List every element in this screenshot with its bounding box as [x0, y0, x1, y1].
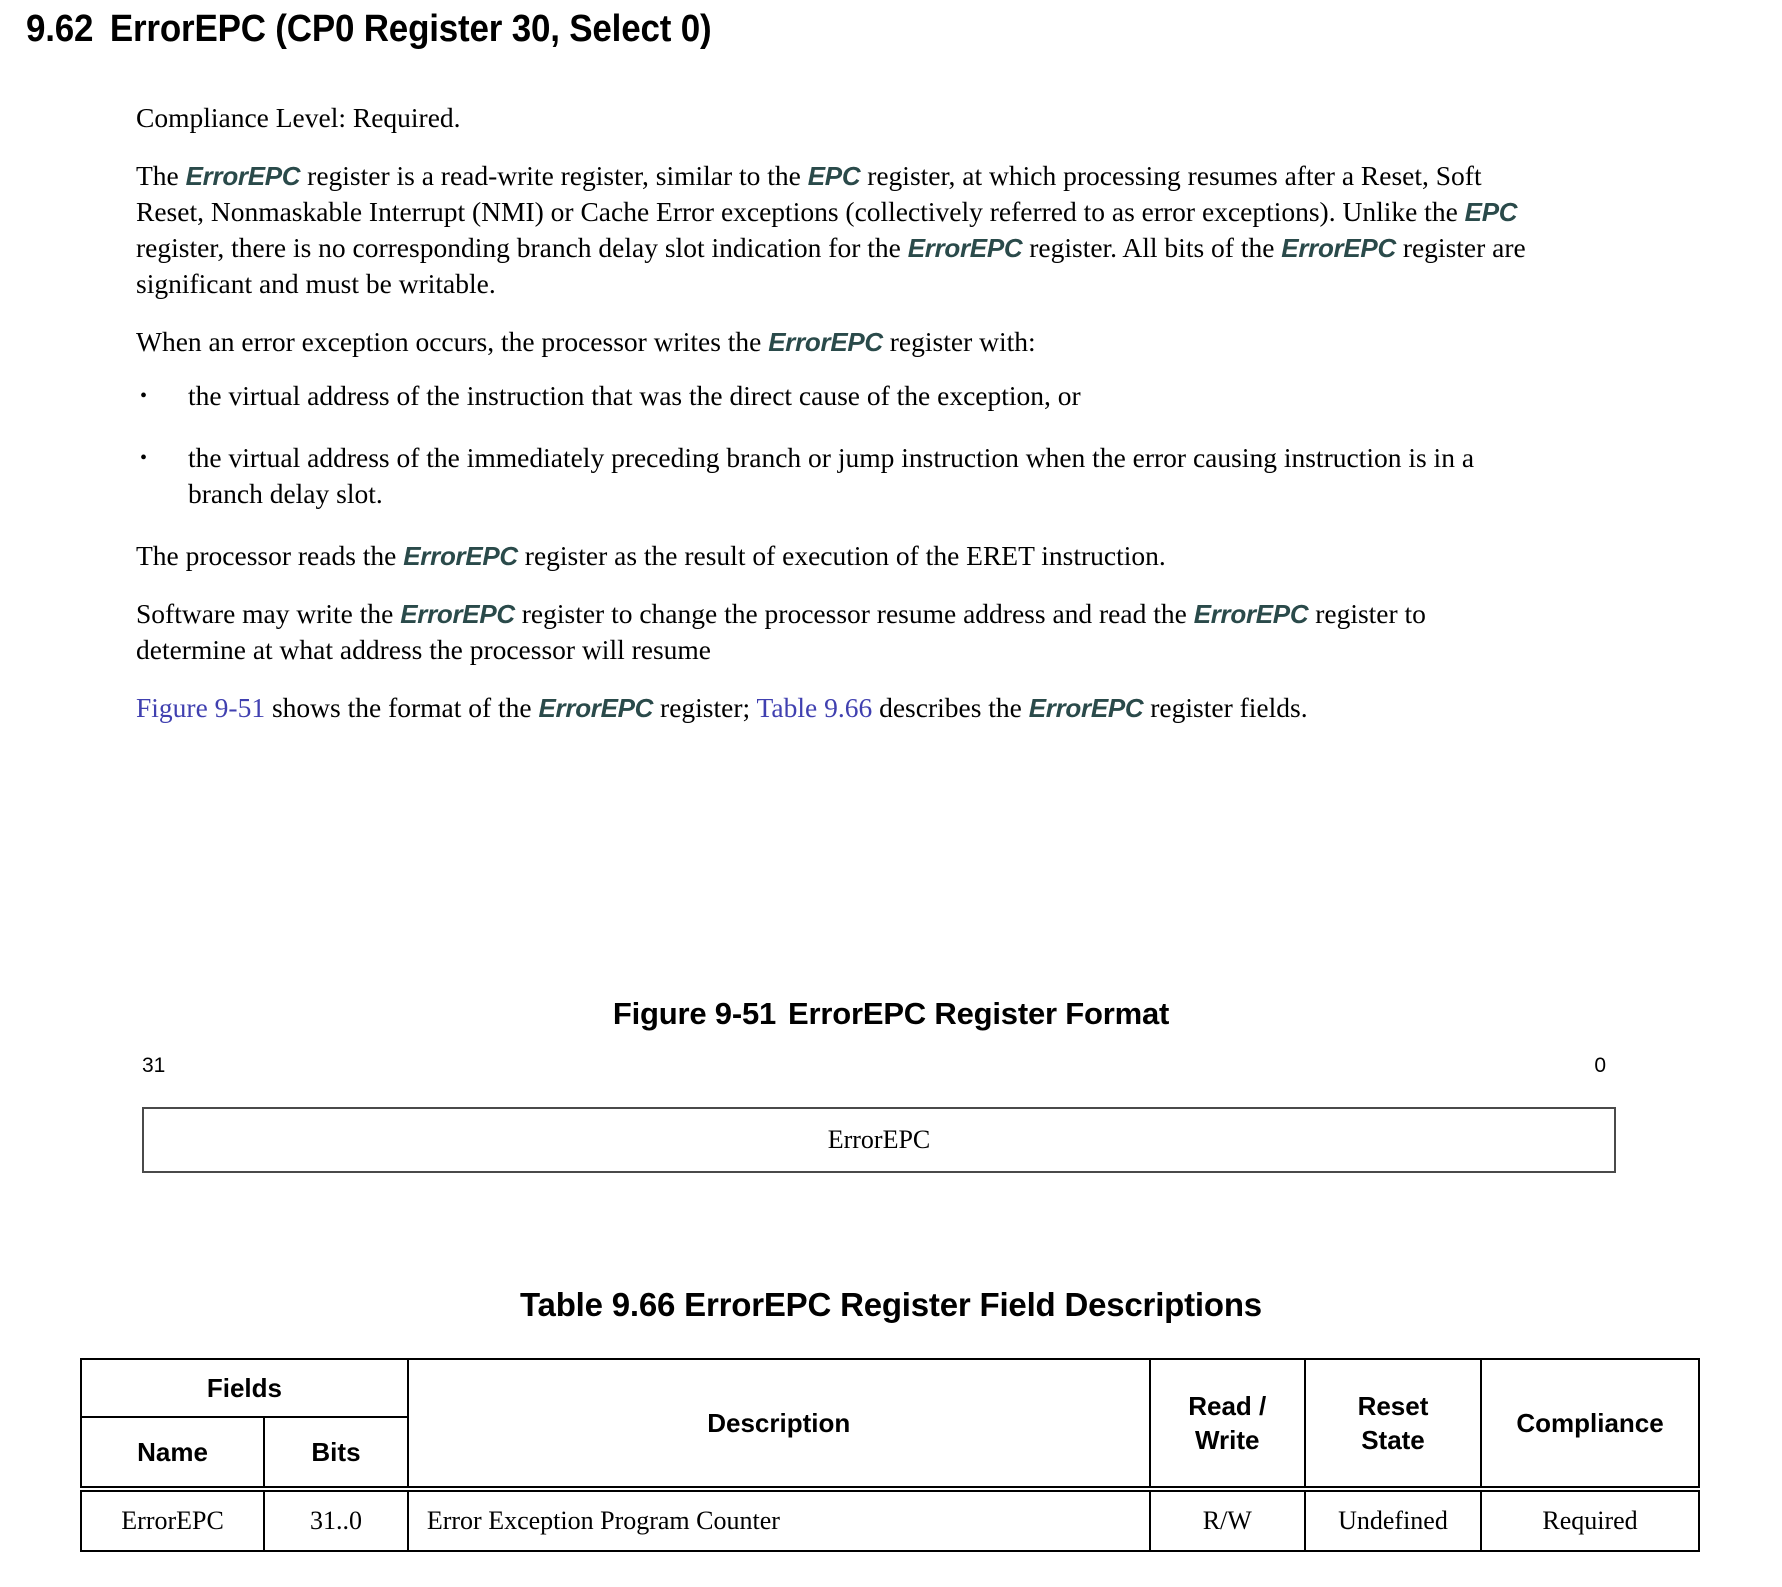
- figure-caption-text: ErrorEPC Register Format: [788, 996, 1170, 1031]
- text-run: describes the: [872, 692, 1029, 723]
- text-run: The processor reads the: [136, 540, 404, 571]
- paragraph-eret-read: The processor reads the ErrorEPC registe…: [136, 538, 1526, 574]
- cell-read-write: R/W: [1148, 1486, 1306, 1552]
- bit-label-low: 0: [1594, 1054, 1606, 1077]
- list-item-label: the virtual address of the instruction t…: [188, 380, 1081, 411]
- paragraph-software-write: Software may write the ErrorEPC register…: [136, 596, 1526, 668]
- register-name-erroreepc: ErrorEPC: [1028, 693, 1144, 723]
- table-header: Fields Description Read / Write Reset St…: [79, 1358, 1700, 1490]
- column-header-reset-state-line2: State: [1361, 1425, 1425, 1455]
- body-content: Compliance Level: Required. The ErrorEPC…: [136, 100, 1526, 748]
- text-run: register, there is no corresponding bran…: [136, 232, 908, 263]
- list-item-label: the virtual address of the immediately p…: [188, 442, 1475, 509]
- paragraph-register-overview: The ErrorEPC register is a read-write re…: [136, 158, 1526, 302]
- register-name-erroreepc: ErrorEPC: [538, 693, 654, 723]
- text-run: register as the result of execution of t…: [517, 540, 1166, 571]
- column-header-read-write-line2: Write: [1194, 1425, 1260, 1455]
- column-header-compliance: Compliance: [1480, 1358, 1700, 1490]
- register-name-erroreepc: ErrorEPC: [1281, 233, 1396, 263]
- cell-reset-state: Undefined: [1303, 1486, 1483, 1552]
- register-name-erroreepc: ErrorEPC: [1193, 599, 1309, 629]
- bullet-list: • the virtual address of the instruction…: [136, 378, 1526, 512]
- register-field-label: ErrorEPC: [827, 1125, 931, 1154]
- figure-caption: Figure 9-51 ErrorEPC Register Format: [0, 996, 1782, 1032]
- text-run: register to change the processor resume …: [514, 598, 1194, 629]
- list-item: • the virtual address of the instruction…: [136, 378, 1526, 414]
- cell-bits: 31..0: [263, 1486, 409, 1552]
- paragraph-cross-references: Figure 9-51 shows the format of the Erro…: [136, 690, 1526, 726]
- cell-description: Error Exception Program Counter: [406, 1486, 1151, 1552]
- register-name-epc: EPC: [1464, 197, 1518, 227]
- register-field-descriptions-table: Fields Description Read / Write Reset St…: [79, 1358, 1700, 1552]
- register-name-epc: EPC: [807, 161, 861, 191]
- page-title: 9.62 ErrorEPC (CP0 Register 30, Select 0): [26, 8, 712, 51]
- compliance-level-line: Compliance Level: Required.: [136, 102, 461, 133]
- text-run: register;: [653, 692, 757, 723]
- figure-caption-number: Figure 9-51: [612, 996, 777, 1031]
- text-run: When an error exception occurs, the proc…: [136, 326, 769, 357]
- text-run: register fields.: [1143, 692, 1308, 723]
- text-run: Software may write the: [136, 598, 401, 629]
- cell-name: ErrorEPC: [79, 1486, 266, 1552]
- paragraph-error-exception-write: When an error exception occurs, the proc…: [136, 324, 1526, 360]
- column-header-read-write-line1: Read /: [1188, 1391, 1267, 1421]
- register-format-box: ErrorEPC: [142, 1107, 1616, 1173]
- column-header-reset-state-line1: Reset: [1357, 1391, 1429, 1421]
- register-name-erroreepc: ErrorEPC: [185, 161, 301, 191]
- text-run: register with:: [882, 326, 1036, 357]
- table-body: ErrorEPC 31..0 Error Exception Program C…: [79, 1486, 1700, 1552]
- figure-cross-reference-link[interactable]: Figure 9-51: [136, 692, 265, 723]
- column-header-description: Description: [406, 1358, 1151, 1490]
- cell-compliance: Required: [1480, 1486, 1700, 1552]
- column-header-reset-state: Reset State: [1303, 1358, 1483, 1490]
- column-header-name: Name: [79, 1416, 266, 1490]
- register-bit-labels: 31 0: [142, 1054, 1616, 1084]
- list-item: • the virtual address of the immediately…: [136, 440, 1526, 512]
- section-number: 9.62: [26, 8, 94, 50]
- column-header-bits: Bits: [263, 1416, 409, 1490]
- column-header-read-write: Read / Write: [1148, 1358, 1306, 1490]
- bullet-icon: •: [140, 385, 148, 407]
- register-name-erroreepc: ErrorEPC: [768, 327, 883, 357]
- register-name-erroreepc: ErrorEPC: [403, 541, 518, 571]
- table-cross-reference-link[interactable]: Table 9.66: [757, 692, 873, 723]
- column-group-header-fields: Fields: [80, 1358, 409, 1418]
- text-run: The: [136, 160, 186, 191]
- register-name-erroreepc: ErrorEPC: [400, 599, 515, 629]
- bit-label-high: 31: [142, 1054, 166, 1077]
- table-caption: Table 9.66 ErrorEPC Register Field Descr…: [520, 1286, 1262, 1323]
- table-header-row-group: Fields Description Read / Write Reset St…: [80, 1358, 1700, 1490]
- register-name-erroreepc: ErrorEPC: [907, 233, 1023, 263]
- bullet-icon: •: [140, 447, 148, 469]
- text-run: register. All bits of the: [1022, 232, 1282, 263]
- text-run: register is a read-write register, simil…: [300, 160, 808, 191]
- text-run: shows the format of the: [265, 692, 539, 723]
- section-title: ErrorEPC (CP0 Register 30, Select 0): [109, 8, 712, 50]
- table-row: ErrorEPC 31..0 Error Exception Program C…: [79, 1486, 1700, 1552]
